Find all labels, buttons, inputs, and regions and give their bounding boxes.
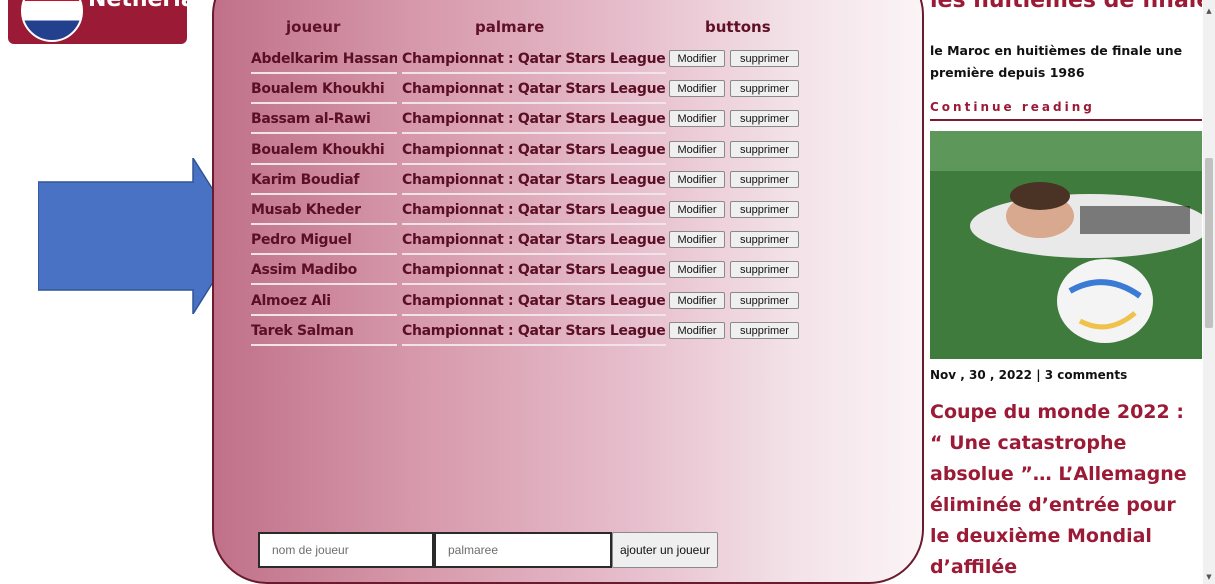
header-palmares: palmare (475, 18, 545, 36)
divider (930, 119, 1202, 121)
edit-button[interactable]: Modifier (669, 261, 725, 279)
delete-button[interactable]: supprimer (730, 231, 799, 249)
article-headline[interactable]: Coupe du monde 2022 : “ Une catastrophe … (930, 397, 1198, 583)
palmares-cell: Championnat : Qatar Stars League (402, 107, 666, 135)
player-name-cell: Abdelkarim Hassan (251, 47, 397, 74)
palmares-cell: Championnat : Qatar Stars League (402, 258, 666, 286)
palmares-cell: Championnat : Qatar Stars League (402, 168, 666, 195)
header-buttons: buttons (705, 18, 771, 36)
palmares-input[interactable] (434, 532, 612, 568)
palmares-cell: Championnat : Qatar Stars League (402, 198, 666, 225)
player-name-cell: Almoez Ali (251, 289, 397, 316)
country-flag-card[interactable]: Netherlands (8, 0, 187, 44)
edit-button[interactable]: Modifier (669, 110, 725, 128)
delete-button[interactable]: supprimer (730, 321, 799, 339)
delete-button[interactable]: supprimer (730, 261, 799, 279)
player-name-cell: Boualem Khoukhi (251, 77, 397, 105)
palmares-cell: Championnat : Qatar Stars League (402, 228, 666, 256)
page-scrollbar[interactable]: ▲ ▼ (1203, 0, 1215, 584)
article-meta: Nov , 30 , 2022 | 3 comments (930, 368, 1128, 382)
edit-button[interactable]: Modifier (669, 201, 725, 218)
player-name-cell: Pedro Miguel (251, 228, 397, 256)
scroll-up-icon[interactable]: ▲ (1205, 6, 1213, 16)
country-label: Netherlands (88, 0, 187, 12)
delete-button[interactable]: supprimer (730, 80, 799, 98)
player-name-cell: Bassam al-Rawi (251, 107, 397, 135)
player-name-cell: Assim Madibo (251, 258, 397, 286)
previous-article-title[interactable]: les huitièmes de finale. (930, 0, 1202, 13)
delete-button[interactable]: supprimer (730, 170, 799, 188)
continue-reading-link[interactable]: Continue reading (930, 100, 1095, 114)
delete-button[interactable]: supprimer (730, 50, 799, 67)
edit-button[interactable]: Modifier (669, 291, 725, 309)
add-player-button[interactable]: ajouter un joueur (612, 532, 718, 568)
palmares-cell: Championnat : Qatar Stars League (402, 77, 666, 105)
delete-button[interactable]: supprimer (730, 201, 799, 218)
edit-button[interactable]: Modifier (669, 140, 725, 158)
edit-button[interactable]: Modifier (669, 231, 725, 249)
flag-icon (21, 0, 83, 42)
edit-button[interactable]: Modifier (669, 80, 725, 98)
delete-button[interactable]: supprimer (730, 140, 799, 158)
player-name-cell: Musab Kheder (251, 198, 397, 225)
palmares-cell: Championnat : Qatar Stars League (402, 47, 666, 74)
article-photo[interactable] (930, 131, 1202, 359)
delete-button[interactable]: supprimer (730, 110, 799, 128)
edit-button[interactable]: Modifier (669, 50, 725, 67)
palmares-cell: Championnat : Qatar Stars League (402, 138, 666, 165)
scroll-thumb[interactable] (1205, 158, 1213, 328)
article-sidebar: les huitièmes de finale. le Maroc en hui… (930, 0, 1202, 584)
football-player-image (930, 131, 1202, 359)
palmares-cell: Championnat : Qatar Stars League (402, 319, 666, 346)
article-excerpt: le Maroc en huitièmes de finale une prem… (930, 43, 1183, 80)
player-name-cell: Karim Boudiaf (251, 168, 397, 195)
player-name-input[interactable] (258, 532, 434, 568)
player-name-cell: Tarek Salman (251, 319, 397, 346)
palmares-cell: Championnat : Qatar Stars League (402, 289, 666, 316)
scroll-down-icon[interactable]: ▼ (1205, 572, 1213, 582)
edit-button[interactable]: Modifier (669, 170, 725, 188)
edit-button[interactable]: Modifier (669, 321, 725, 339)
player-name-cell: Boualem Khoukhi (251, 138, 397, 165)
delete-button[interactable]: supprimer (730, 291, 799, 309)
header-player: joueur (286, 18, 341, 36)
